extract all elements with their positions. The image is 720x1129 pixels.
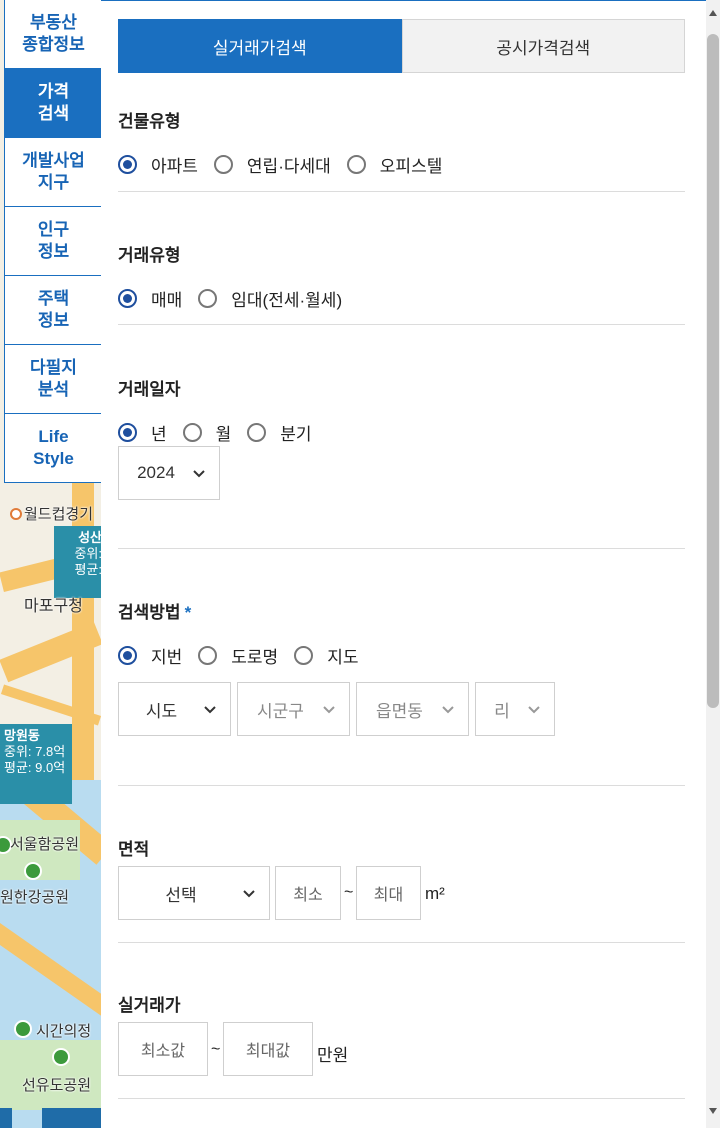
price-max-input[interactable]: 최대값 [223,1022,313,1076]
range-separator: ~ [211,1041,221,1058]
tab-official-price[interactable]: 공시가격검색 [401,19,685,73]
building-type-title: 건물유형 [118,112,181,131]
ri-select[interactable]: 리 [475,682,555,736]
required-mark: * [184,603,192,622]
park-icon[interactable] [52,1048,70,1066]
radio-officetel[interactable]: 오피스텔 [346,152,442,177]
deal-type-title: 거래유형 [118,246,181,265]
radio-road-name[interactable]: 도로명 [198,643,278,668]
area-title: 면적 [118,840,150,859]
scrollbar[interactable] [706,0,720,1128]
building-type-section: 건물유형 아파트 연립·다세대 오피스텔 [118,107,685,177]
radio-apartment[interactable]: 아파트 [118,152,198,177]
nav-item-multi-parcel-analysis[interactable]: 다필지 분석 [5,344,102,413]
search-tabs: 실거래가검색 공시가격검색 [118,19,685,73]
price-section: 실거래가 [118,991,685,1016]
radio-sale[interactable]: 매매 [118,286,182,311]
price-title: 실거래가 [118,996,181,1015]
radio-year[interactable]: 년 [118,420,167,445]
divider [118,942,685,943]
nav-item-real-estate-info[interactable]: 부동산 종합정보 [5,0,102,68]
area-select[interactable]: 선택 [118,866,270,920]
nav-item-housing-info[interactable]: 주택 정보 [5,275,102,344]
price-unit: 만원 [317,1046,349,1065]
chevron-down-icon [442,706,454,714]
chevron-down-icon [243,890,255,898]
radio-quarter[interactable]: 분기 [247,420,312,445]
radio-unchecked-icon [346,155,366,174]
deal-date-title: 거래일자 [118,380,181,399]
radio-month[interactable]: 월 [182,420,231,445]
radio-unchecked-icon [182,423,202,442]
radio-unchecked-icon [294,646,314,665]
radio-row-house[interactable]: 연립·다세대 [213,152,331,177]
radio-checked-icon [118,423,137,442]
year-select[interactable]: 2024 [118,446,220,500]
radio-checked-icon [118,289,137,308]
radio-unchecked-icon [198,289,218,308]
chevron-down-icon [193,470,205,478]
sigungu-select[interactable]: 시군구 [237,682,350,736]
chevron-down-icon [323,706,335,714]
side-nav: 부동산 종합정보 가격 검색 개발사업 지구 인구 정보 주택 정보 다필지 분… [4,0,103,483]
deal-date-section: 거래일자 년 월 분기 [118,375,685,445]
map-label-seonyudo: 선유도공원 [22,1077,92,1094]
map-label-sigan: 시간의정 [36,1023,92,1040]
radio-lot-number[interactable]: 지번 [118,643,182,668]
deal-type-section: 거래유형 매매 임대(전세·월세) [118,241,685,311]
area-max-input[interactable]: 최대 [356,866,421,920]
map-label-mapo: 마포구청 [24,598,83,615]
park-icon[interactable] [24,862,42,880]
area-unit: m² [425,884,445,903]
map-label-seoulham: 서울함공원 [10,836,80,853]
map-info-mangwon[interactable]: 망원동 중위: 7.8억 평균: 9.0억 [0,724,72,804]
divider [118,191,685,192]
chevron-down-icon [204,706,216,714]
map-marker-icon[interactable] [10,508,22,520]
area-section: 면적 [118,835,685,860]
radio-checked-icon [118,155,137,174]
divider [118,548,685,549]
area-min-input[interactable]: 최소 [275,866,341,920]
radio-unchecked-icon [198,646,218,665]
radio-checked-icon [118,646,137,665]
radio-unchecked-icon [247,423,267,442]
divider [118,324,685,325]
search-method-title: 검색방법 [118,603,181,622]
search-method-section: 검색방법 * 지번 도로명 지도 [118,598,685,668]
map-label-hangang: 원한강공원 [0,889,70,906]
park-icon[interactable] [14,1020,32,1038]
price-min-input[interactable]: 최소값 [118,1022,208,1076]
radio-map[interactable]: 지도 [294,643,358,668]
search-panel: 실거래가검색 공시가격검색 건물유형 아파트 연립·다세대 오피스텔 거래유형 … [101,0,706,1129]
map-info-seongsan[interactable]: 성산 중위: 평균: [54,526,102,598]
sido-select[interactable]: 시도 [118,682,231,736]
scroll-down-arrow-icon[interactable] [709,1108,717,1114]
eupmyeondong-select[interactable]: 읍면동 [356,682,469,736]
nav-item-price-search[interactable]: 가격 검색 [5,68,102,137]
range-separator: ~ [344,884,354,901]
scrollbar-thumb[interactable] [707,34,719,708]
divider [118,785,685,786]
map-label-worldcup: 월드컵경기 [24,506,94,523]
radio-lease[interactable]: 임대(전세·월세) [198,286,342,311]
divider [118,1098,685,1099]
radio-unchecked-icon [213,155,233,174]
chevron-down-icon [528,706,540,714]
tab-actual-trade-price[interactable]: 실거래가검색 [118,19,402,73]
nav-item-lifestyle[interactable]: Life Style [5,413,102,482]
nav-item-development-district[interactable]: 개발사업 지구 [5,137,102,206]
nav-item-population-info[interactable]: 인구 정보 [5,206,102,275]
scroll-up-arrow-icon[interactable] [709,10,717,16]
